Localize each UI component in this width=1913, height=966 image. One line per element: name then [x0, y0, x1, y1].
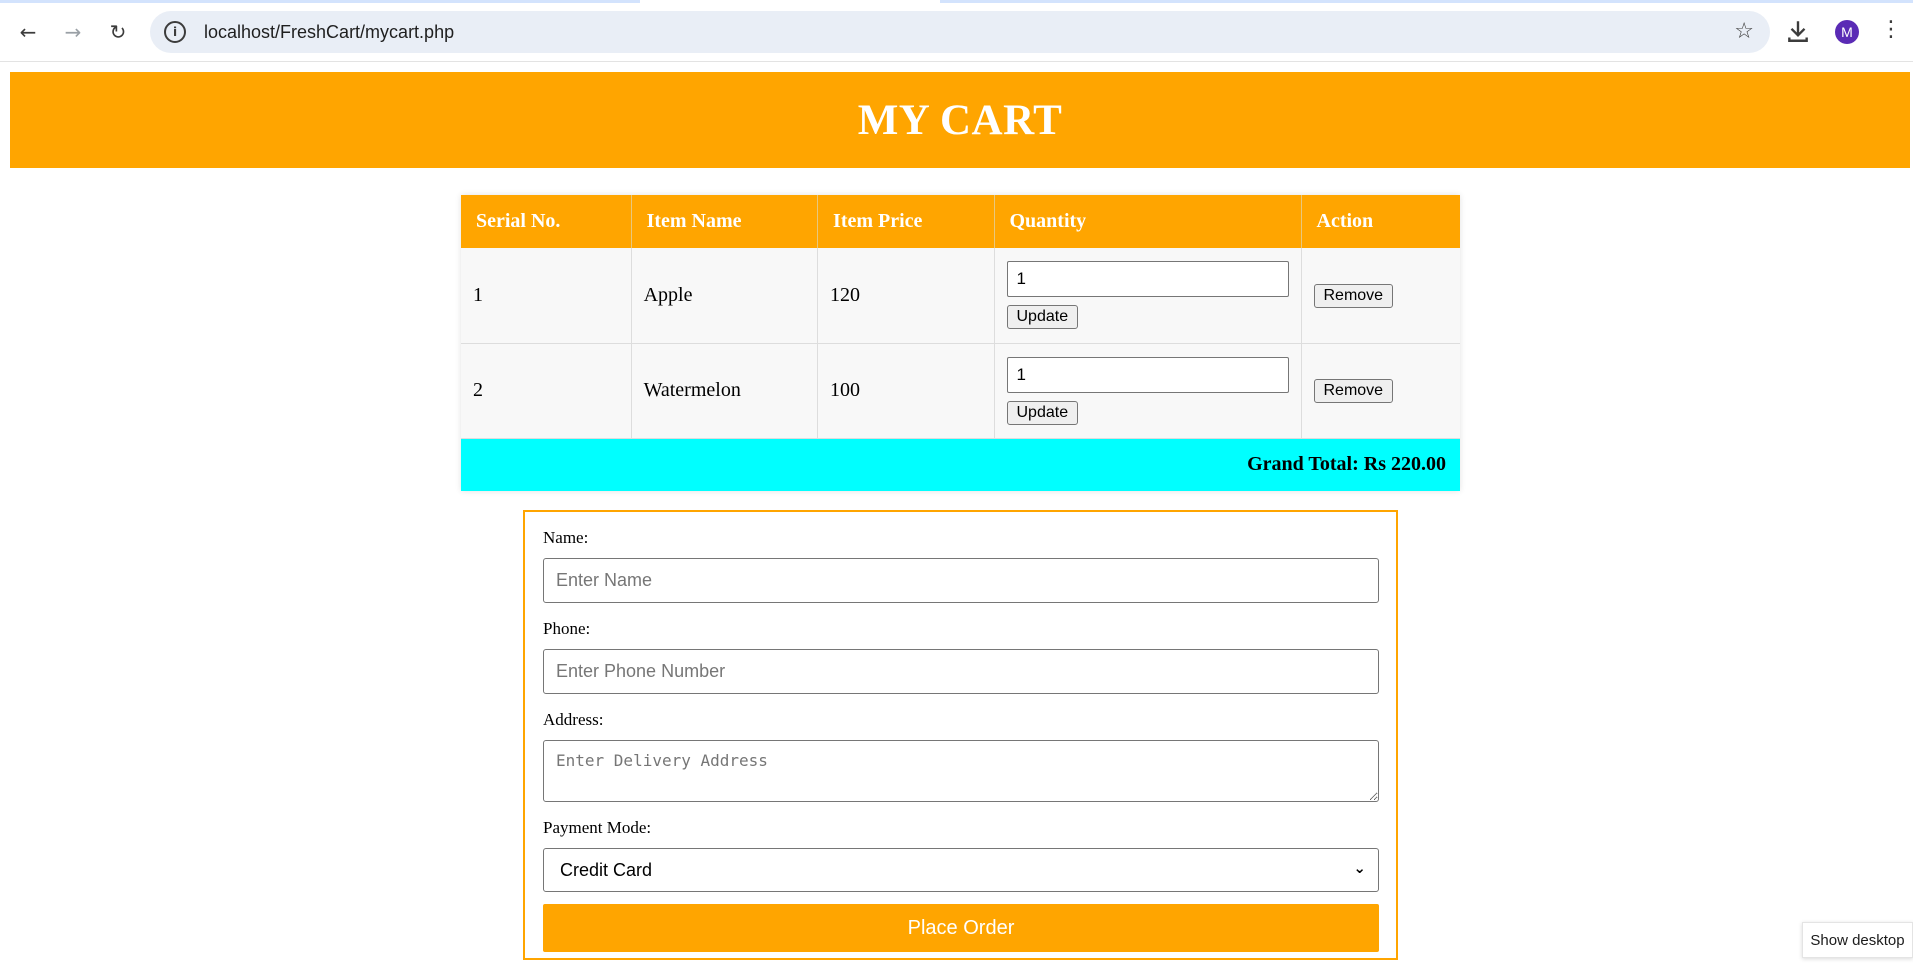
page-title: MY CART: [857, 96, 1063, 144]
address-bar[interactable]: i localhost/FreshCart/mycart.php ☆: [150, 11, 1770, 53]
show-desktop-tooltip: Show desktop: [1802, 922, 1913, 958]
name-label: Name:: [543, 528, 589, 547]
forward-arrow-icon[interactable]: →: [55, 14, 91, 50]
remove-button[interactable]: Remove: [1313, 283, 1394, 308]
quantity-cell: Update: [994, 248, 1302, 344]
quantity-input[interactable]: [1006, 261, 1289, 298]
item-name-cell: Apple: [631, 248, 819, 344]
name-input[interactable]: [543, 558, 1379, 603]
tabstrip: [0, 0, 1913, 3]
action-cell: Remove: [1301, 248, 1460, 344]
serial-cell: 2: [461, 343, 632, 439]
update-button[interactable]: Update: [1006, 400, 1079, 425]
header-item-price: Item Price: [817, 195, 995, 248]
action-cell: Remove: [1301, 343, 1460, 439]
download-icon[interactable]: [1785, 18, 1811, 44]
chevron-down-icon: ⌄: [1353, 859, 1366, 877]
address-textarea[interactable]: [543, 740, 1379, 802]
quantity-input[interactable]: [1006, 356, 1289, 393]
active-tab-indicator: [640, 0, 940, 3]
table-row: 2 Watermelon 100 Update Remove: [461, 343, 1460, 439]
header-action: Action: [1301, 195, 1460, 248]
site-info-icon[interactable]: i: [164, 21, 186, 43]
payment-mode-select[interactable]: Credit Card ⌄: [543, 848, 1379, 892]
address-label: Address:: [543, 710, 604, 729]
payment-mode-selected: Credit Card: [560, 860, 653, 880]
table-row: 1 Apple 120 Update Remove: [461, 248, 1460, 344]
cart-table: Serial No. Item Name Item Price Quantity…: [461, 195, 1460, 491]
reload-icon[interactable]: ↻: [100, 14, 136, 50]
quantity-cell: Update: [994, 343, 1302, 439]
order-form: Name: Phone: Address: Payment Mode: Cred…: [523, 510, 1398, 960]
phone-input[interactable]: [543, 649, 1379, 694]
header-quantity: Quantity: [994, 195, 1302, 248]
grand-total-row: Grand Total: Rs 220.00: [461, 438, 1460, 491]
back-arrow-icon[interactable]: ←: [10, 14, 46, 50]
phone-label: Phone:: [543, 619, 591, 638]
page-header: MY CART: [10, 72, 1910, 168]
update-button[interactable]: Update: [1006, 305, 1079, 330]
payment-mode-label: Payment Mode:: [543, 818, 652, 837]
header-serial: Serial No.: [461, 195, 632, 248]
table-header-row: Serial No. Item Name Item Price Quantity…: [461, 195, 1460, 248]
item-price-cell: 100: [817, 343, 995, 439]
serial-cell: 1: [461, 248, 632, 344]
url-text[interactable]: localhost/FreshCart/mycart.php: [204, 22, 454, 43]
place-order-button[interactable]: Place Order: [543, 904, 1379, 952]
item-price-cell: 120: [817, 248, 995, 344]
bookmark-star-icon[interactable]: ☆: [1734, 19, 1754, 44]
header-item-name: Item Name: [631, 195, 819, 248]
item-name-cell: Watermelon: [631, 343, 819, 439]
profile-avatar[interactable]: M: [1835, 20, 1859, 44]
grand-total: Grand Total: Rs 220.00: [461, 438, 1460, 491]
browser-toolbar: ← → ↻ i localhost/FreshCart/mycart.php ☆…: [0, 0, 1913, 62]
kebab-menu-icon[interactable]: ⋮: [1880, 16, 1902, 44]
remove-button[interactable]: Remove: [1313, 379, 1394, 403]
